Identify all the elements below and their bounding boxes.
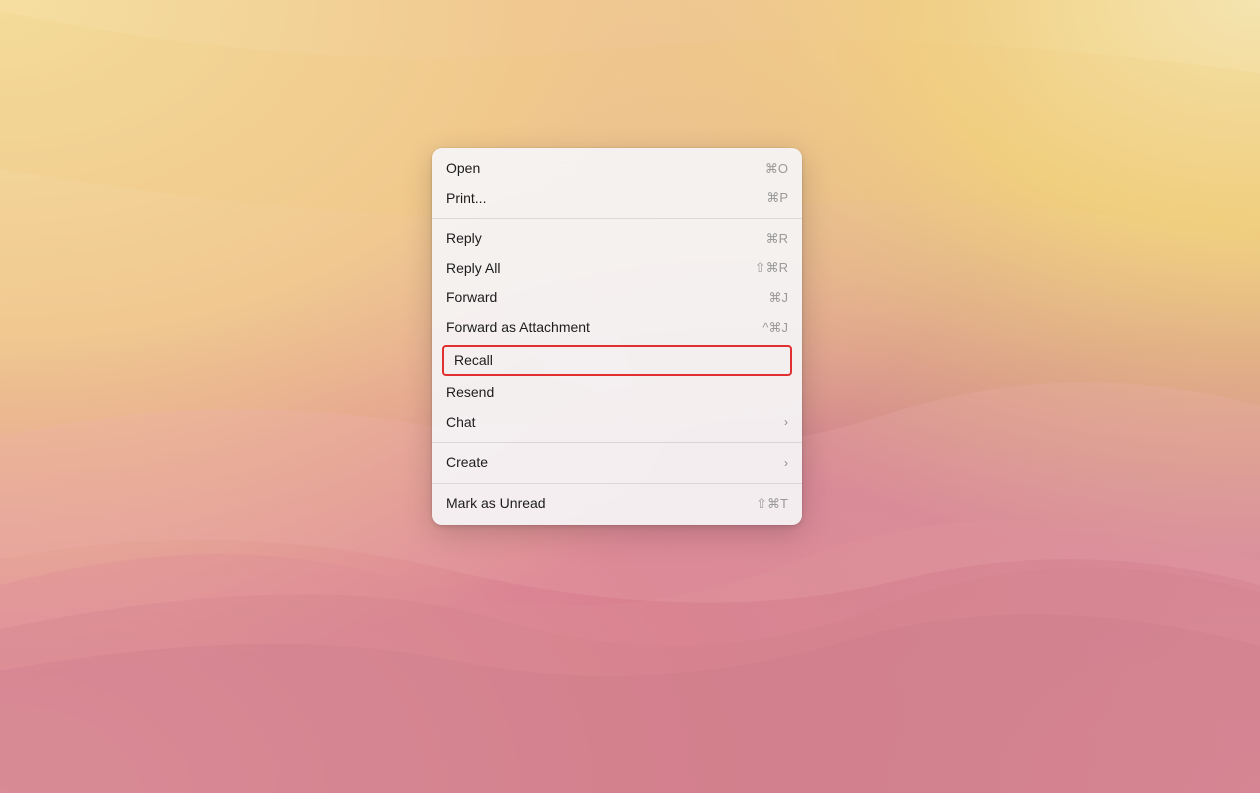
divider-1 [432, 218, 802, 219]
menu-label-reply-all: Reply All [446, 259, 500, 279]
menu-item-create[interactable]: Create › [432, 448, 802, 478]
menu-shortcut-open: ⌘O [765, 160, 788, 178]
menu-label-mark-unread: Mark as Unread [446, 494, 546, 514]
menu-shortcut-reply-all: ⇧⌘R [755, 259, 788, 277]
menu-item-reply[interactable]: Reply ⌘R [432, 224, 802, 254]
menu-item-recall[interactable]: Recall [442, 345, 792, 377]
menu-label-reply: Reply [446, 229, 482, 249]
menu-item-open[interactable]: Open ⌘O [432, 154, 802, 184]
menu-label-forward: Forward [446, 288, 497, 308]
menu-shortcut-forward-attachment: ^⌘J [762, 319, 788, 337]
menu-shortcut-print: ⌘P [766, 189, 788, 207]
menu-item-forward[interactable]: Forward ⌘J [432, 283, 802, 313]
menu-label-print: Print... [446, 189, 486, 209]
menu-item-mark-unread[interactable]: Mark as Unread ⇧⌘T [432, 489, 802, 519]
menu-label-resend: Resend [446, 383, 494, 403]
menu-label-recall: Recall [454, 351, 493, 371]
divider-2 [432, 442, 802, 443]
context-menu: Open ⌘O Print... ⌘P Reply ⌘R Reply All ⇧… [432, 148, 802, 525]
menu-item-resend[interactable]: Resend [432, 378, 802, 408]
menu-item-print[interactable]: Print... ⌘P [432, 184, 802, 214]
menu-item-forward-attachment[interactable]: Forward as Attachment ^⌘J [432, 313, 802, 343]
menu-item-reply-all[interactable]: Reply All ⇧⌘R [432, 254, 802, 284]
menu-label-open: Open [446, 159, 480, 179]
menu-shortcut-reply: ⌘R [766, 230, 788, 248]
menu-label-chat: Chat [446, 413, 476, 433]
menu-item-chat[interactable]: Chat › [432, 408, 802, 438]
menu-shortcut-forward: ⌘J [769, 289, 789, 307]
menu-shortcut-mark-unread: ⇧⌘T [756, 495, 788, 513]
chevron-right-icon-create: › [784, 455, 788, 472]
menu-label-forward-attachment: Forward as Attachment [446, 318, 590, 338]
menu-label-create: Create [446, 453, 488, 473]
chevron-right-icon: › [784, 414, 788, 431]
divider-3 [432, 483, 802, 484]
